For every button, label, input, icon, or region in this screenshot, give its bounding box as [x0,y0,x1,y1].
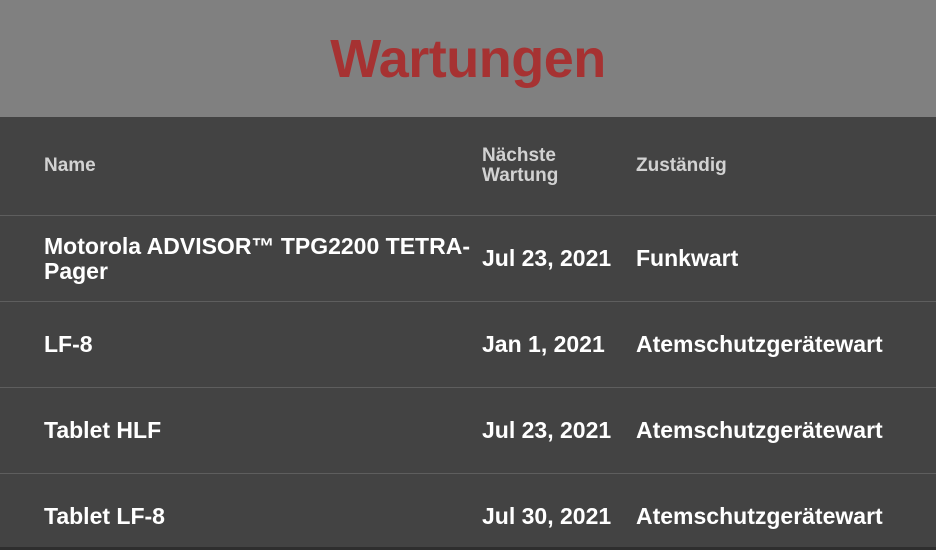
row-responsible: Funkwart [636,245,739,271]
row-responsible: Atemschutzgerätewart [636,417,883,443]
row-responsible: Atemschutzgerätewart [636,503,883,529]
page-title: Wartungen [330,28,606,89]
row-responsible: Atemschutzgerätewart [636,331,883,357]
row-name: Tablet HLF [44,417,162,443]
table-header-row: Name Nächste Wartung Zuständig [0,117,936,216]
row-name: Tablet LF-8 [44,503,165,529]
column-header-name[interactable]: Name [44,117,480,215]
table-row[interactable]: LF-8 Jan 1, 2021 Atemschutzgerätewart [0,302,936,388]
column-header-next-maintenance[interactable]: Nächste Wartung [482,117,592,215]
row-next-maintenance: Jul 23, 2021 [482,245,612,271]
row-name: LF-8 [44,331,93,357]
page-header: Wartungen [0,0,936,117]
column-header-responsible[interactable]: Zuständig [636,117,936,215]
row-name: Motorola ADVISOR™ TPG2200 TETRA-Pager [44,232,470,284]
maintenance-table: Name Nächste Wartung Zuständig Motorola … [0,117,936,550]
row-next-maintenance: Jul 23, 2021 [482,417,612,443]
table-row[interactable]: Tablet LF-8 Jul 30, 2021 Atemschutzgerät… [0,474,936,550]
row-next-maintenance: Jul 30, 2021 [482,503,612,529]
row-next-maintenance: Jan 1, 2021 [482,331,605,357]
table-row[interactable]: Tablet HLF Jul 23, 2021 Atemschutzgeräte… [0,388,936,474]
table-row[interactable]: Motorola ADVISOR™ TPG2200 TETRA-Pager Ju… [0,216,936,302]
